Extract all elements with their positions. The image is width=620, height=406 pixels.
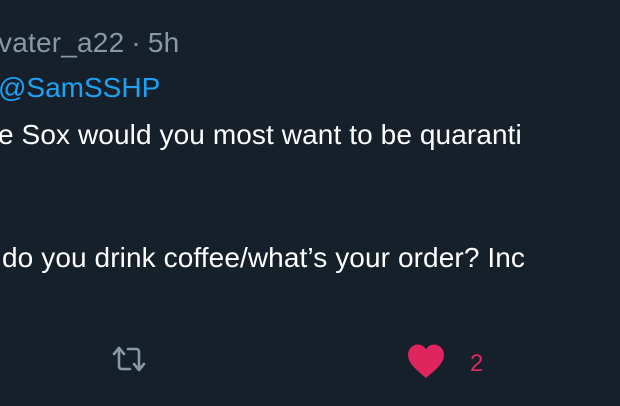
like-button[interactable]: 2 (406, 343, 483, 385)
tweet[interactable]: vater_a22 · 5h @SamSSHP e Sox would you mo… (0, 0, 620, 406)
heart-icon[interactable] (406, 343, 446, 385)
reply-mention[interactable]: @SamSSHP (0, 72, 160, 104)
tweet-meta: vater_a22 · 5h (0, 27, 179, 59)
tweet-timestamp[interactable]: 5h (148, 27, 180, 58)
user-handle[interactable]: vater_a22 (0, 27, 124, 58)
tweet-text-line-2: do you drink coffee/what’s your order? I… (2, 242, 526, 273)
meta-separator: · (131, 27, 141, 58)
retweet-button[interactable] (110, 344, 148, 379)
retweet-icon[interactable] (110, 344, 148, 379)
tweet-text-line-1: e Sox would you most want to be quaranti (0, 119, 522, 150)
like-count: 2 (470, 350, 484, 377)
